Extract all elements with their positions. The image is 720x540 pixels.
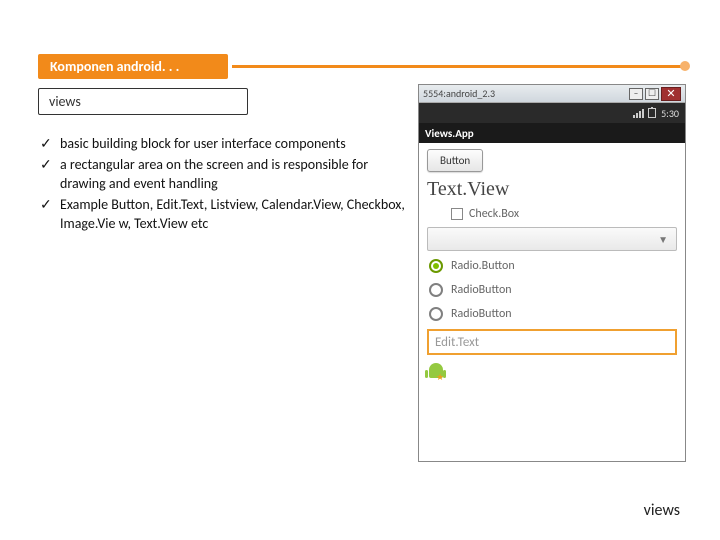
demo-button[interactable]: Button: [427, 149, 483, 172]
checkbox-label: Check.Box: [469, 207, 519, 221]
demo-radio-1[interactable]: Radio.Button: [427, 257, 677, 275]
app-title-bar: Views.App: [419, 123, 685, 143]
demo-radio-2[interactable]: RadioButton: [427, 281, 677, 299]
demo-edittext[interactable]: Edit.Text: [427, 329, 677, 355]
bullet-item: ✓ Example Button, Edit.Text, Listview, C…: [40, 196, 405, 234]
bullet-item: ✓ a rectangular area on the screen and i…: [40, 156, 405, 194]
android-status-bar: 5:30: [419, 103, 685, 123]
check-icon: ✓: [40, 156, 60, 194]
footer-label: views: [644, 501, 680, 520]
app-title: Views.App: [425, 127, 474, 140]
status-time: 5:30: [661, 107, 679, 120]
radio-label: RadioButton: [451, 283, 512, 297]
bullet-item: ✓ basic building block for user interfac…: [40, 135, 405, 154]
slide-subtitle: views: [38, 88, 248, 115]
check-icon: ✓: [40, 135, 60, 154]
bullet-text: Example Button, Edit.Text, Listview, Cal…: [60, 196, 405, 234]
radio-label: Radio.Button: [451, 259, 515, 273]
title-divider-end: [680, 61, 690, 71]
demo-spinner[interactable]: ▼: [427, 227, 677, 251]
demo-radio-3[interactable]: RadioButton: [427, 305, 677, 323]
emulator-window: 5554:android_2.3 – ☐ ✕ 5:30 Views.App Bu…: [418, 84, 686, 462]
slide-title: Komponen android. . .: [38, 54, 228, 79]
battery-icon: [648, 108, 656, 118]
radio-icon: [429, 307, 443, 321]
app-content: Button Text.View Check.Box ▼ Radio.Butto…: [419, 143, 685, 461]
maximize-icon[interactable]: ☐: [645, 88, 659, 100]
bullet-list: ✓ basic building block for user interfac…: [40, 135, 405, 235]
demo-textview: Text.View: [427, 178, 677, 201]
check-icon: ✓: [40, 196, 60, 234]
bullet-text: basic building block for user interface …: [60, 135, 405, 154]
title-divider: [232, 65, 682, 68]
emulator-titlebar: 5554:android_2.3 – ☐ ✕: [419, 85, 685, 103]
demo-checkbox[interactable]: Check.Box: [451, 207, 677, 221]
emulator-window-title: 5554:android_2.3: [423, 87, 495, 100]
edittext-hint: Edit.Text: [435, 335, 479, 350]
slide-title-row: Komponen android. . .: [38, 54, 690, 78]
bullet-text: a rectangular area on the screen and is …: [60, 156, 405, 194]
close-icon[interactable]: ✕: [661, 87, 681, 101]
radio-icon: [429, 283, 443, 297]
chevron-down-icon: ▼: [658, 233, 668, 246]
radio-icon: [429, 259, 443, 273]
minimize-icon[interactable]: –: [629, 88, 643, 100]
radio-label: RadioButton: [451, 307, 512, 321]
checkbox-icon: [451, 208, 463, 220]
android-robot-icon: ★: [427, 361, 447, 381]
signal-icon: [633, 108, 644, 118]
